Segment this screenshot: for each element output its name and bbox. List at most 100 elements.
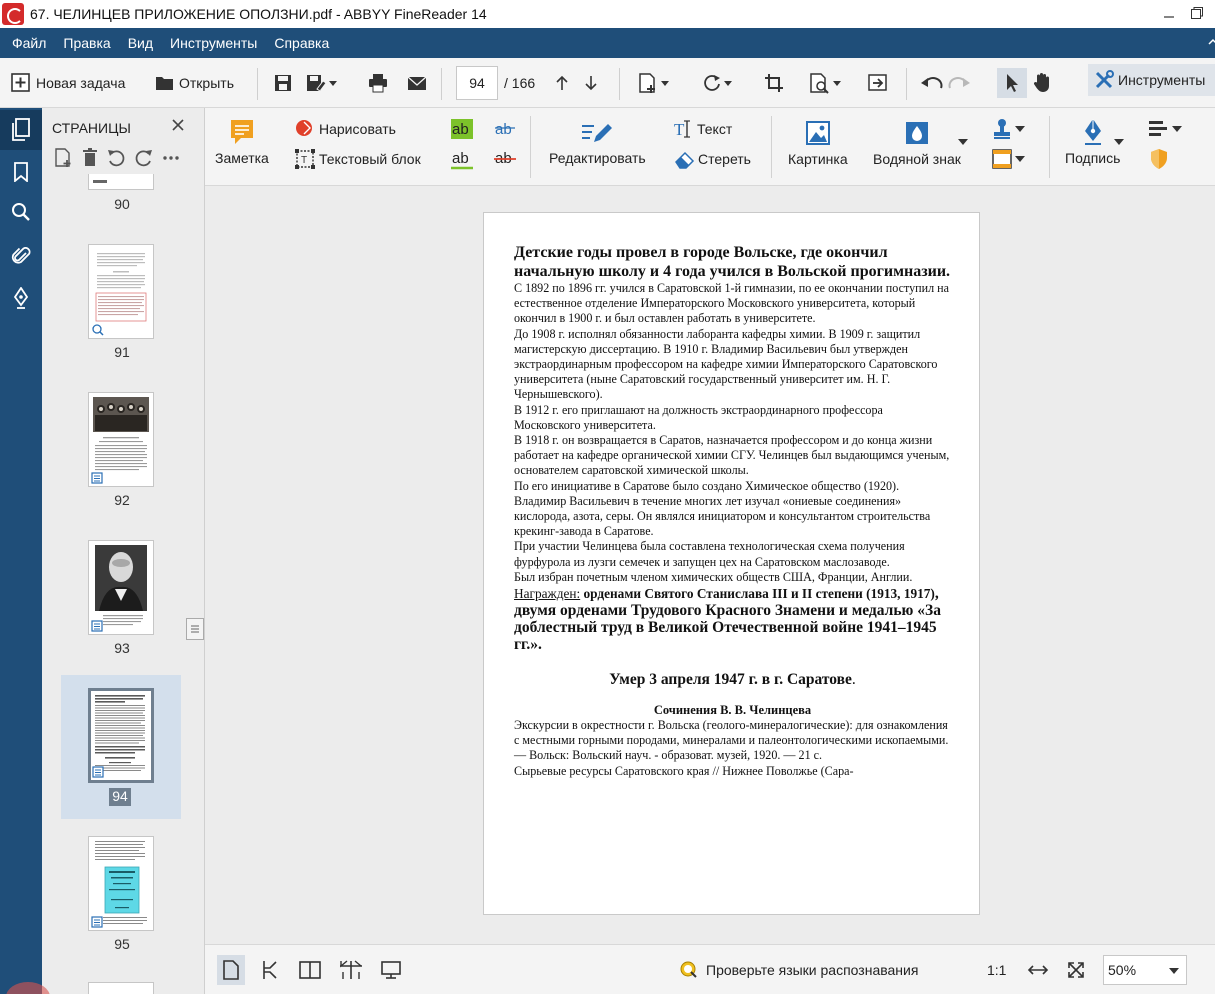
save-as-button[interactable] — [305, 58, 339, 108]
attachments-panel-button[interactable] — [0, 236, 42, 276]
chevron-down-icon[interactable] — [957, 136, 969, 148]
actual-size-button[interactable]: 1:1 — [987, 945, 1006, 994]
rotate-right-icon[interactable] — [134, 148, 154, 171]
search-panel-button[interactable] — [0, 192, 42, 232]
check-languages-button[interactable]: Проверьте языки распознавания — [680, 945, 918, 994]
pen-signature-icon — [1084, 119, 1101, 145]
works-title: Сочинения В. В. Челинцева — [653, 703, 812, 718]
edit-pencil-icon — [582, 124, 613, 142]
draw-icon — [296, 120, 312, 136]
save-icon — [275, 75, 291, 91]
undo-button[interactable] — [919, 58, 945, 108]
mail-icon — [407, 76, 427, 90]
document-workspace[interactable]: Детские годы провел в городе Вольске, гд… — [205, 186, 1215, 944]
redo-button[interactable] — [946, 58, 972, 108]
menu-file[interactable]: Файл — [12, 35, 46, 51]
single-page-view-button[interactable] — [222, 945, 240, 994]
crop-button[interactable] — [764, 58, 784, 108]
chevron-down-icon[interactable] — [1113, 136, 1125, 148]
rotate-button[interactable] — [702, 58, 734, 108]
bookmarks-panel-button[interactable] — [0, 152, 42, 192]
note-button[interactable]: Заметка — [215, 118, 269, 166]
menu-tools[interactable]: Инструменты — [170, 35, 257, 51]
signature-label: Подпись — [1065, 150, 1121, 166]
text-label: Текст — [697, 121, 733, 137]
menu-edit[interactable]: Правка — [63, 35, 110, 51]
fit-page-button[interactable] — [1067, 945, 1085, 994]
zoom-select[interactable]: 50% — [1103, 955, 1187, 985]
next-page-button[interactable] — [584, 58, 598, 108]
text-button[interactable]: T Текст — [673, 118, 732, 140]
restore-icon[interactable] — [1186, 2, 1208, 24]
svg-text:ab: ab — [452, 150, 469, 167]
rotate-left-icon[interactable] — [106, 148, 126, 171]
underline-icon: ab — [451, 150, 473, 170]
panel-splitter-handle[interactable] — [186, 618, 204, 640]
highlight-button[interactable]: ab — [450, 118, 474, 140]
menu-view[interactable]: Вид — [128, 35, 153, 51]
edit-button[interactable]: Редактировать — [549, 118, 646, 166]
minimize-icon[interactable] — [1158, 2, 1180, 24]
hand-icon — [1033, 73, 1049, 92]
delete-icon[interactable] — [82, 148, 98, 171]
security-button[interactable] — [1148, 148, 1170, 170]
signatures-panel-button[interactable] — [0, 278, 42, 318]
open-button[interactable]: Открыть — [155, 58, 234, 108]
page-total: / 166 — [504, 75, 536, 91]
text-block-button[interactable]: T Текстовый блок — [294, 148, 421, 170]
header-footer-button[interactable] — [991, 148, 1027, 170]
language-check-icon — [680, 961, 697, 978]
add-page-button[interactable] — [637, 58, 671, 108]
new-task-button[interactable]: Новая задача — [11, 58, 125, 108]
stamp-button[interactable] — [991, 118, 1027, 140]
collapse-icon[interactable] — [1208, 34, 1215, 53]
ribbon-separator — [1049, 116, 1050, 178]
redact-button[interactable] — [1148, 118, 1184, 140]
rotate-icon — [704, 75, 720, 91]
close-icon[interactable] — [172, 118, 184, 136]
recognize-button[interactable] — [809, 58, 843, 108]
strikethrough-button[interactable]: ab — [493, 148, 517, 170]
strikethrough-text-button[interactable]: ab — [493, 118, 517, 140]
page-heading: Детские годы провел в городе Вольске, гд… — [514, 244, 951, 280]
awards-label: Награжден: — [514, 586, 581, 602]
email-button[interactable] — [407, 58, 427, 108]
draw-button[interactable]: Нарисовать — [294, 118, 396, 140]
previous-page-button[interactable] — [555, 58, 569, 108]
page-thumbnail-selected[interactable] — [88, 688, 154, 783]
print-button[interactable] — [368, 58, 388, 108]
new-task-icon — [11, 73, 30, 92]
watermark-label: Водяной знак — [873, 151, 961, 167]
page-thumbnail[interactable] — [88, 540, 154, 635]
underline-button[interactable]: ab — [450, 148, 474, 170]
more-icon[interactable] — [162, 148, 180, 171]
document-page[interactable]: Детские годы провел в городе Вольске, гд… — [483, 212, 980, 915]
export-button[interactable] — [867, 58, 889, 108]
erase-button[interactable]: Стереть — [673, 148, 751, 170]
page-thumbnail[interactable] — [88, 836, 154, 931]
save-as-icon — [307, 75, 327, 92]
save-button[interactable] — [273, 58, 293, 108]
two-page-view-button[interactable] — [299, 945, 321, 994]
picture-button[interactable]: Картинка — [788, 120, 848, 167]
page-thumbnail[interactable] — [88, 174, 154, 190]
page-thumbnail[interactable] — [88, 392, 154, 487]
watermark-button[interactable]: Водяной знак — [873, 120, 961, 167]
page-thumbnail[interactable] — [88, 982, 154, 994]
fit-width-button[interactable] — [1027, 945, 1049, 994]
tools-button[interactable]: Инструменты — [1088, 64, 1215, 96]
page-number-input[interactable]: 94 — [456, 66, 498, 100]
svg-text:ab: ab — [495, 121, 512, 138]
two-page-scroll-view-button[interactable] — [339, 945, 363, 994]
pages-panel-button[interactable] — [0, 110, 42, 150]
full-screen-button[interactable] — [381, 945, 401, 994]
scroll-view-button[interactable] — [262, 945, 280, 994]
paragraph: В 1918 г. он возвращается в Саратов, наз… — [514, 433, 950, 478]
page-thumbnail[interactable] — [88, 244, 154, 339]
menu-help[interactable]: Справка — [274, 35, 329, 51]
status-bar: Проверьте языки распознавания 1:1 50% — [205, 944, 1215, 994]
select-tool-button[interactable] — [997, 68, 1027, 98]
add-page-icon[interactable] — [54, 148, 74, 171]
hand-tool-button[interactable] — [1032, 58, 1052, 108]
text-page-preview — [92, 253, 147, 336]
